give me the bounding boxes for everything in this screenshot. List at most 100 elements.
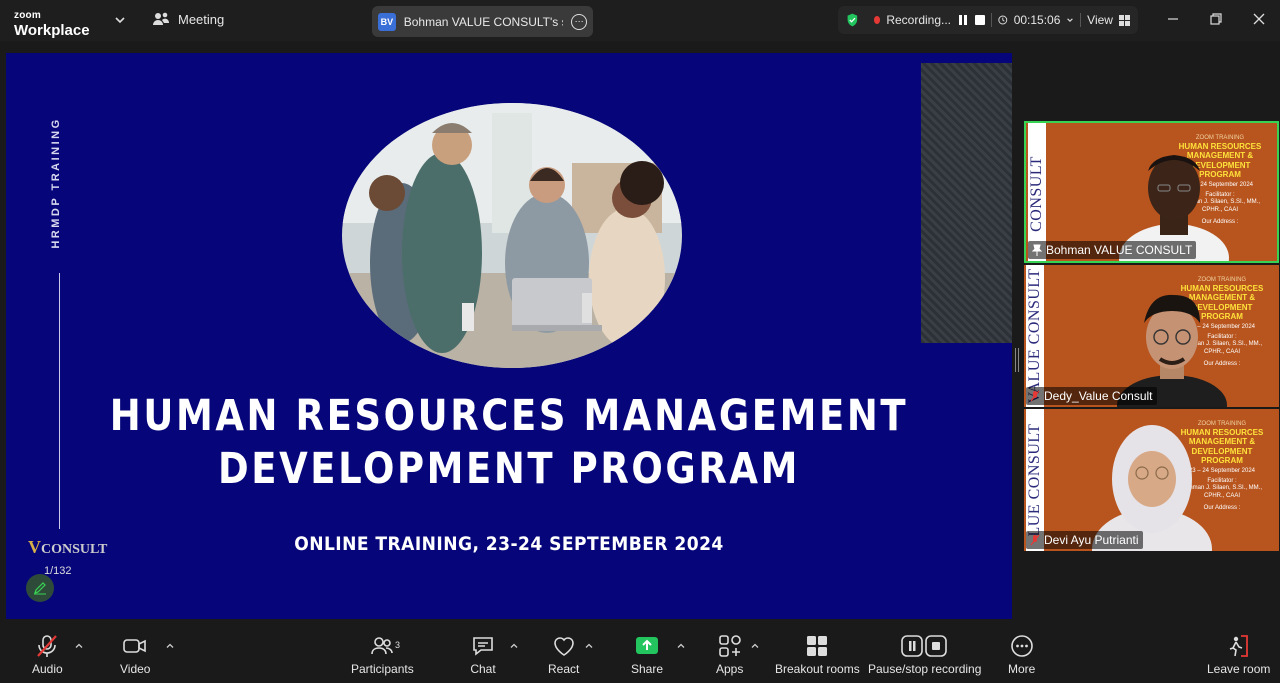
vertical-brand-text: VALUE CONSULT [1026, 268, 1043, 404]
more-button[interactable]: More [1008, 633, 1035, 676]
video-label: Video [120, 662, 151, 676]
grid-view-icon [1118, 14, 1130, 26]
participant-name: Bohman VALUE CONSULT [1046, 243, 1193, 257]
share-button[interactable]: Share [631, 633, 663, 676]
heart-icon [553, 637, 574, 656]
annotate-pencil-icon[interactable] [26, 574, 54, 602]
leave-room-icon [1229, 635, 1248, 657]
camera-icon [123, 639, 147, 653]
muted-mic-icon [37, 635, 58, 657]
people-icon [153, 12, 169, 25]
restore-icon[interactable] [1194, 0, 1237, 38]
apps-icon [718, 635, 741, 657]
share-text: Bohman VALUE CONSULT's screen [403, 14, 564, 29]
apps-button[interactable]: Apps [716, 633, 743, 676]
panel-resize-handle[interactable] [1015, 348, 1019, 372]
pause-stop-recording-icon [900, 635, 947, 657]
slide-title-line-2: DEVELOPMENT PROGRAM [217, 444, 801, 494]
chevron-up-icon[interactable] [165, 641, 175, 651]
chevron-down-icon[interactable] [112, 12, 128, 28]
video-tile-active-speaker[interactable]: CONSULT ZOOM TRAINING HUMAN RESOURCES MA… [1024, 121, 1279, 263]
react-button[interactable]: React [548, 633, 579, 676]
participants-count: 3 [395, 640, 401, 650]
vertical-brand-text: CONSULT [1028, 156, 1045, 232]
view-button[interactable]: View [1087, 13, 1130, 27]
vertical-brand-text: LUE CONSULT [1026, 423, 1043, 537]
close-icon[interactable] [1237, 0, 1280, 38]
slide-team-photo [342, 103, 682, 368]
slide-title-line-1: HUMAN RESOURCES MANAGEMENT [109, 391, 909, 441]
participants-icon [371, 637, 394, 655]
more-icon [1010, 635, 1033, 657]
muted-mic-icon [1030, 390, 1040, 402]
participant-name: Devi Ayu Putrianti [1044, 533, 1139, 547]
chat-button[interactable]: Chat [470, 633, 496, 676]
logo-text: CONSULT [41, 542, 108, 557]
top-bar: zoom Workplace Meeting BV Bohman VALUE C… [0, 0, 1280, 41]
share-label: Share [631, 662, 664, 676]
shield-check-icon[interactable] [846, 11, 859, 29]
side-label-text: HRMDP TRAINING [50, 117, 62, 249]
chevron-up-icon[interactable] [509, 641, 519, 651]
stop-recording-icon[interactable] [974, 13, 985, 27]
vertical-brand-banner: LUE CONSULT [1026, 409, 1044, 551]
audio-button[interactable]: Audio [32, 633, 63, 676]
chat-icon [473, 637, 493, 656]
sharer-avatar: BV [378, 12, 396, 31]
chevron-down-icon[interactable] [1066, 15, 1074, 25]
minimize-icon[interactable] [1151, 0, 1194, 38]
slide-vertical-rule [59, 273, 60, 529]
meeting-toolbar: Audio Video Participants 3 Chat React Sh… [0, 627, 1280, 683]
react-label: React [548, 662, 580, 676]
meeting-menu[interactable]: Meeting [152, 11, 224, 27]
screen-share-indicator[interactable]: BV Bohman VALUE CONSULT's screen ··· [372, 6, 593, 37]
brand-small: zoom [14, 10, 41, 21]
slide-page-indicator: 1/132 [44, 565, 72, 577]
leave-room-label: Leave room [1207, 662, 1271, 676]
more-label: More [1008, 662, 1036, 676]
divider [991, 13, 993, 27]
recording-label: Recording... [886, 13, 952, 27]
leave-room-button[interactable]: Leave room [1207, 633, 1270, 676]
video-tile[interactable]: LUE CONSULT ZOOM TRAINING HUMAN RESOURCE… [1024, 409, 1279, 551]
slide-subtitle: ONLINE TRAINING, 23-24 SEPTEMBER 2024 [294, 533, 724, 555]
participant-name-tag: Dedy_Value Consult [1026, 387, 1157, 405]
audio-label: Audio [32, 662, 63, 676]
slide-side-label: HRMDP TRAINING [46, 113, 66, 253]
chat-label: Chat [470, 662, 496, 676]
participant-name-tag: Devi Ayu Putrianti [1026, 531, 1143, 549]
shared-screen-slide: HRMDP TRAINING HUMAN RESOURCES MANAGEMEN… [6, 53, 1012, 619]
muted-mic-icon [1030, 534, 1040, 546]
window-controls [1151, 0, 1280, 38]
share-screen-icon [636, 637, 659, 654]
view-label: View [1087, 13, 1113, 27]
chevron-up-icon[interactable] [676, 641, 686, 651]
value-consult-logo: VCONSULT [28, 537, 108, 557]
video-tile[interactable]: VALUE CONSULT ZOOM TRAINING HUMAN RESOUR… [1024, 265, 1279, 407]
screen-share-hatched-area [921, 63, 1012, 343]
chevron-up-icon[interactable] [584, 641, 594, 651]
pause-stop-recording-button[interactable]: Pause/stop recording [868, 633, 981, 676]
chevron-up-icon[interactable] [74, 641, 84, 651]
meeting-status-bar: Recording... 00:15:06 View [838, 6, 1138, 34]
recording-dot-icon [873, 16, 881, 24]
participants-button[interactable]: Participants [351, 633, 414, 676]
breakout-rooms-button[interactable]: Breakout rooms [775, 633, 860, 676]
meeting-label: Meeting [178, 11, 225, 27]
participant-name: Dedy_Value Consult [1044, 389, 1153, 403]
participant-name-tag: Bohman VALUE CONSULT [1028, 241, 1197, 259]
brand-large: Workplace [14, 22, 90, 39]
participants-label: Participants [351, 662, 414, 676]
clock-icon [998, 15, 1008, 25]
breakout-rooms-label: Breakout rooms [775, 662, 860, 676]
meeting-timer: 00:15:06 [1013, 13, 1061, 27]
zoom-workplace-logo[interactable]: zoom Workplace [14, 6, 90, 39]
more-options-icon[interactable]: ··· [571, 13, 587, 30]
chevron-up-icon[interactable] [750, 641, 760, 651]
pause-recording-icon[interactable] [957, 13, 968, 27]
video-button[interactable]: Video [120, 633, 150, 676]
pin-icon [1032, 244, 1042, 256]
pause-stop-recording-label: Pause/stop recording [868, 662, 982, 676]
breakout-rooms-icon [807, 636, 828, 656]
vertical-brand-banner: VALUE CONSULT [1026, 265, 1044, 407]
